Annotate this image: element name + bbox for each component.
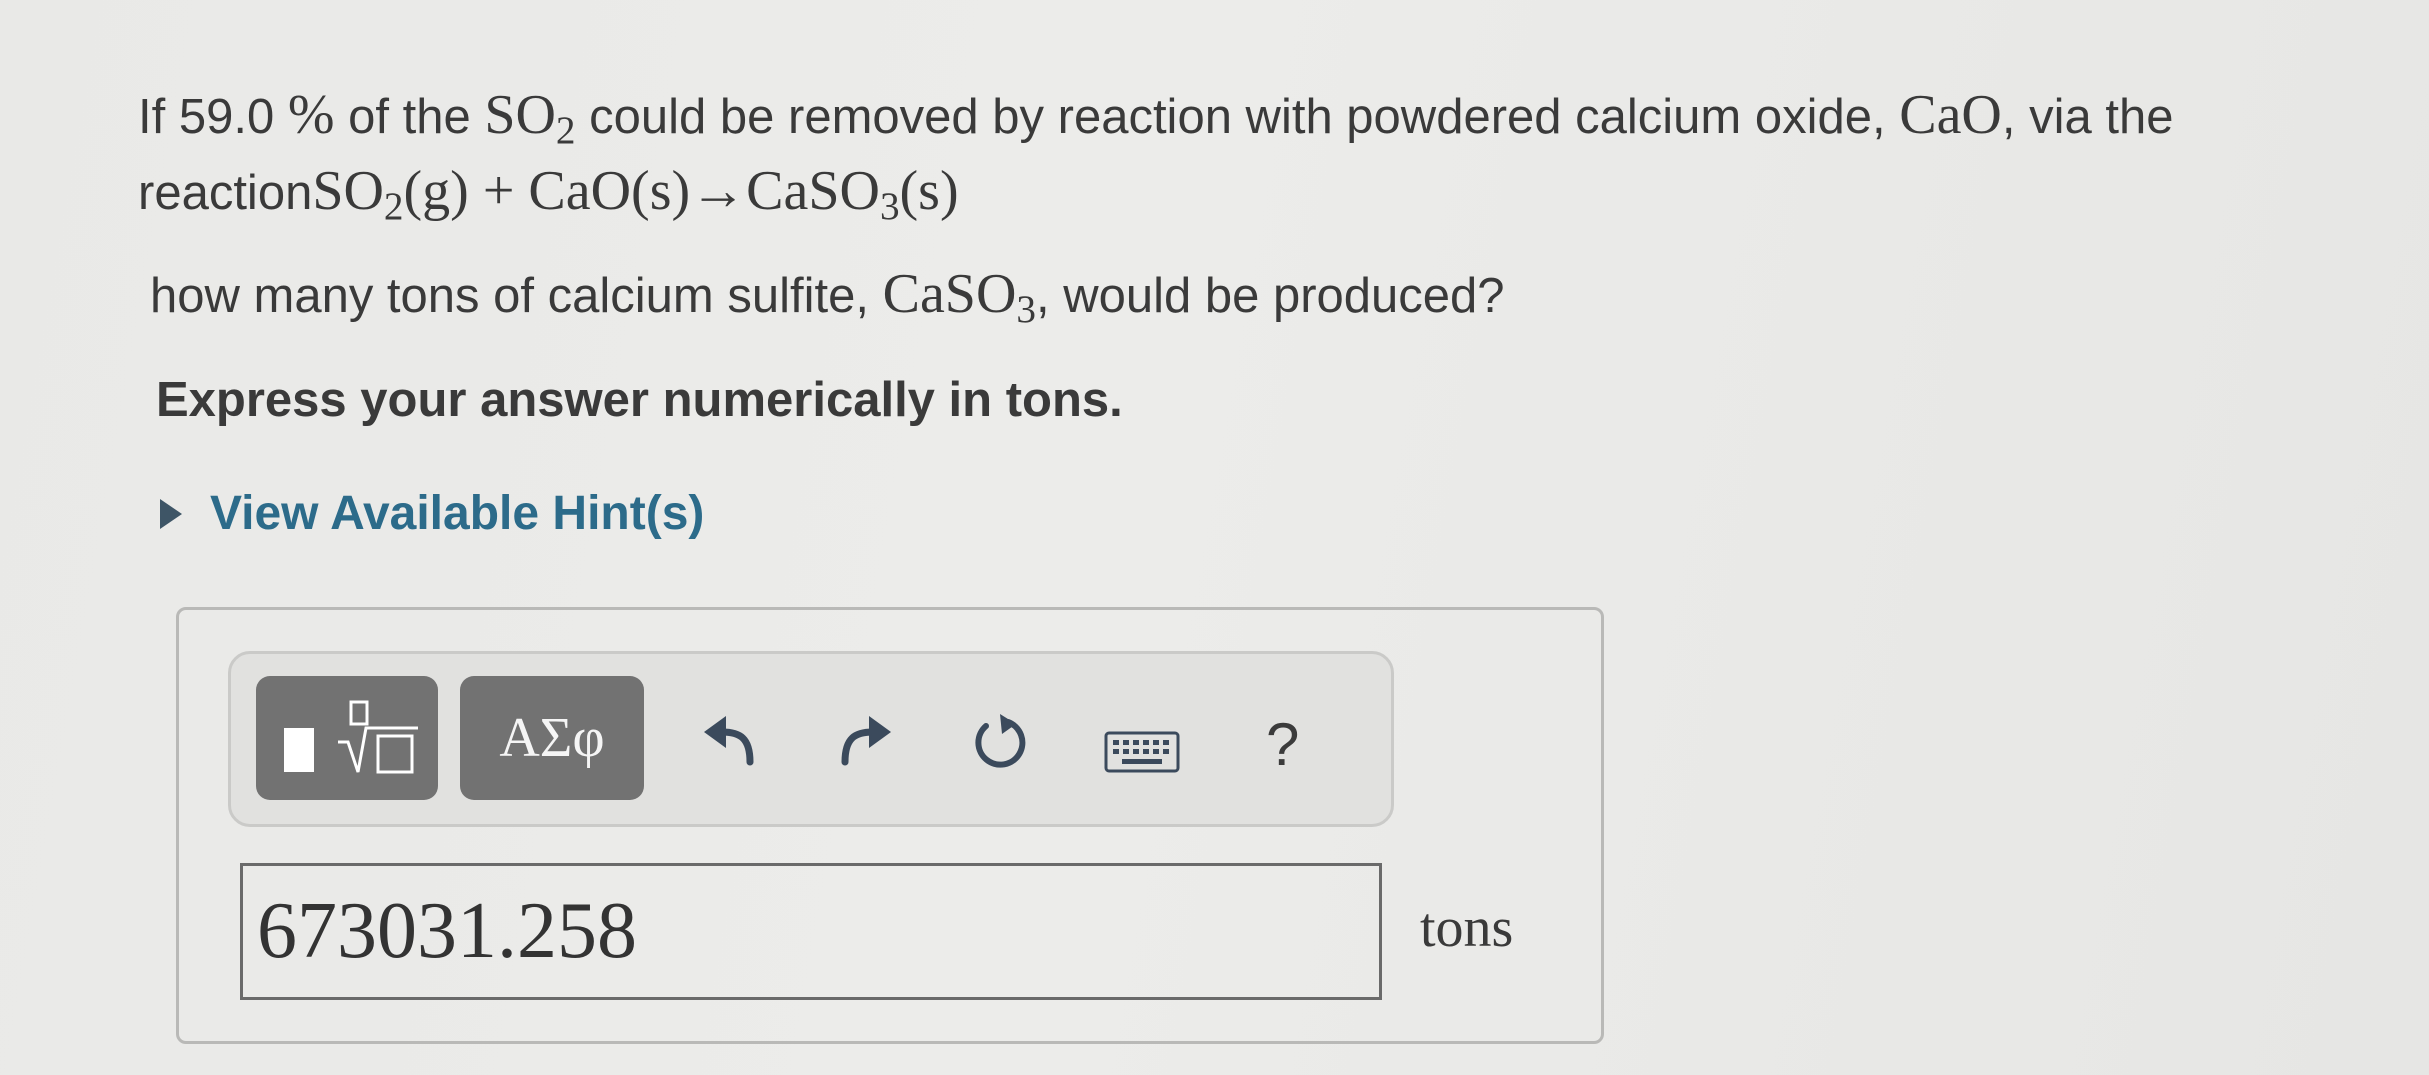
eq-end: (s) xyxy=(899,160,959,222)
question-fragment: , via the xyxy=(2001,90,2174,144)
percent-sign: % xyxy=(287,84,335,146)
eq-middle: (g) + CaO(s)→CaSO xyxy=(403,160,880,222)
so2-formula: SO2 xyxy=(484,84,575,150)
question-fragment: could be removed by reaction with powder… xyxy=(575,90,1900,144)
redo-icon[interactable] xyxy=(835,708,895,768)
greek-symbols-label: ΑΣφ xyxy=(499,707,605,769)
view-hints-link[interactable]: View Available Hint(s) xyxy=(160,486,704,541)
help-button[interactable]: ? xyxy=(1266,710,1299,779)
view-hints-label: View Available Hint(s) xyxy=(210,487,705,540)
answer-instruction: Express your answer numerically in tons. xyxy=(156,373,1123,427)
answer-input[interactable] xyxy=(240,863,1382,1000)
cao-formula: CaO xyxy=(1899,84,2002,146)
undo-icon[interactable] xyxy=(700,708,760,768)
caso3-formula: CaSO3 xyxy=(882,263,1036,329)
percent-value: If 59.0 xyxy=(138,90,275,144)
reaction-equation: SO2(g) + CaO(s)→CaSO3(s) xyxy=(312,160,959,226)
question-text: If 59.0 % of the SO2 could be removed by… xyxy=(138,78,2358,230)
reset-icon[interactable] xyxy=(972,712,1028,770)
templates-icon xyxy=(284,700,418,774)
eq-so2-base: SO xyxy=(312,160,384,222)
question-fragment: of the xyxy=(334,90,485,144)
so2-base: SO xyxy=(484,84,556,146)
greek-symbols-button[interactable]: ΑΣφ xyxy=(460,676,644,800)
expand-triangle-icon xyxy=(160,498,182,529)
so2-subscript: 2 xyxy=(555,108,576,152)
eq-caso3-subscript: 3 xyxy=(879,184,900,228)
templates-button[interactable] xyxy=(256,676,438,800)
keyboard-icon[interactable] xyxy=(1104,731,1180,773)
caso3-subscript: 3 xyxy=(1016,287,1036,331)
prompt-prefix: how many tons of calcium sulfite, xyxy=(150,269,883,323)
caso3-base: CaSO xyxy=(882,263,1017,325)
eq-so2-subscript: 2 xyxy=(383,184,404,228)
reaction-word: reaction xyxy=(138,166,313,220)
prompt-suffix: , would be produced? xyxy=(1035,269,1505,323)
question-prompt: how many tons of calcium sulfite, CaSO3,… xyxy=(150,262,1505,329)
unit-label: tons xyxy=(1420,897,1514,959)
